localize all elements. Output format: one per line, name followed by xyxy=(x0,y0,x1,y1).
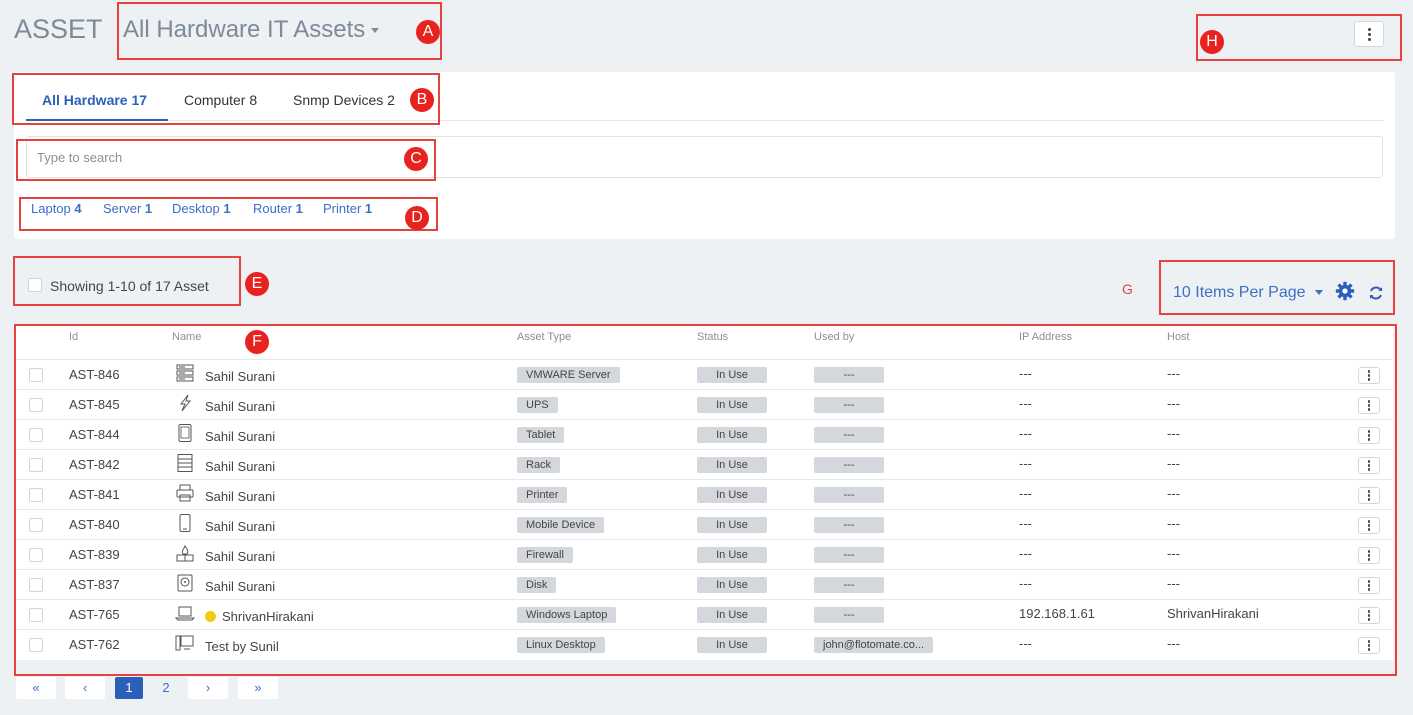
annotation-box-a xyxy=(117,2,442,60)
annotation-box-d xyxy=(19,197,438,231)
annotation-marker-e: E xyxy=(245,272,269,296)
module-title: ASSET xyxy=(14,14,103,44)
annotation-marker-h: H xyxy=(1200,30,1224,54)
items-per-page-label: 10 Items Per Page xyxy=(1173,284,1306,301)
annotation-label-g: G xyxy=(1122,281,1133,297)
next-page-button[interactable]: › xyxy=(188,677,228,699)
page-button-2[interactable]: 2 xyxy=(152,677,180,699)
annotation-box-c xyxy=(16,139,436,181)
annotation-marker-a: A xyxy=(416,20,440,44)
page-button-1[interactable]: 1 xyxy=(115,677,143,699)
annotation-box-b xyxy=(12,73,440,125)
page-actions-button[interactable] xyxy=(1354,21,1384,47)
items-per-page-select[interactable]: 10 Items Per Page xyxy=(1173,284,1323,302)
settings-gear-icon[interactable] xyxy=(1335,281,1355,301)
first-page-button[interactable]: « xyxy=(16,677,56,699)
annotation-marker-f: F xyxy=(245,330,269,354)
prev-page-button[interactable]: ‹ xyxy=(65,677,105,699)
annotation-marker-b: B xyxy=(410,88,434,112)
more-vertical-icon xyxy=(1367,27,1371,41)
annotation-marker-c: C xyxy=(404,147,428,171)
annotation-marker-d: D xyxy=(405,206,429,230)
annotation-box-f xyxy=(14,324,1397,676)
refresh-icon[interactable] xyxy=(1368,285,1384,301)
last-page-button[interactable]: » xyxy=(238,677,278,699)
annotation-box-e xyxy=(13,256,241,306)
caret-down-icon xyxy=(1314,290,1323,296)
